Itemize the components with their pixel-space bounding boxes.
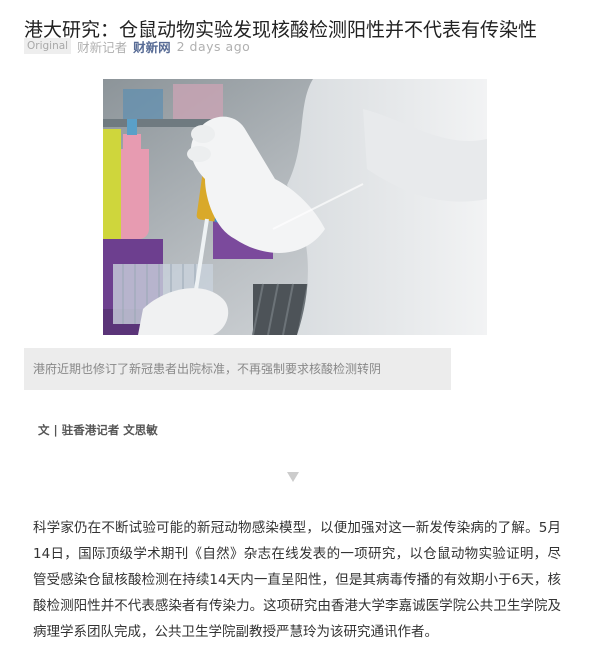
photo-caption: 港府近期也修订了新冠患者出院标准，不再强制要求核酸检测转阴	[24, 348, 451, 390]
article-paragraph: 科学家仍在不断试验可能的新冠动物感染模型，以便加强对这一新发传染病的了解。5月1…	[33, 520, 561, 640]
account-name-link[interactable]: 财新网	[133, 37, 171, 56]
article-photo[interactable]	[103, 79, 487, 335]
original-badge: Original	[24, 38, 72, 54]
down-triangle-icon	[287, 472, 299, 482]
article-author: 财新记者	[77, 39, 128, 55]
lab-photo-icon	[103, 79, 487, 335]
article-byline: 文 | 驻香港记者 文思敏	[38, 423, 158, 437]
publish-time: 2 days ago	[176, 38, 251, 54]
article-meta: Original 财新记者 财新网 2 days ago	[24, 37, 250, 55]
